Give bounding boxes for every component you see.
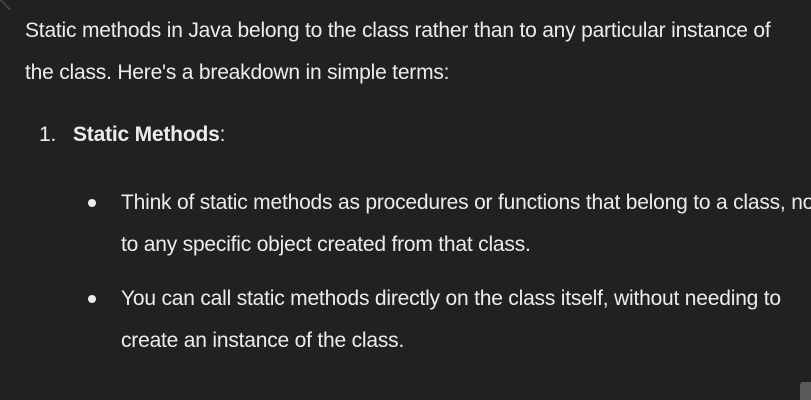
bullet-text: Think of static methods as procedures or…: [121, 191, 811, 256]
intro-paragraph: Static methods in Java belong to the cla…: [25, 19, 771, 84]
list-heading-suffix: :: [219, 123, 226, 146]
ordered-list-item: 1. Static Methods: Think of static metho…: [25, 114, 811, 362]
corner-decoration: [0, 0, 21, 10]
list-heading-bold: Static Methods: [73, 123, 220, 146]
list-number: 1.: [39, 123, 57, 146]
assistant-message: Static methods in Java belong to the cla…: [25, 10, 811, 374]
scroll-indicator[interactable]: [800, 382, 811, 400]
list-item: You can call static methods directly on …: [25, 278, 811, 362]
bullet-list: Think of static methods as procedures or…: [25, 182, 811, 362]
bullet-icon: [88, 295, 96, 303]
bullet-text: You can call static methods directly on …: [121, 287, 781, 352]
list-heading: Static Methods:: [73, 123, 225, 146]
list-item: Think of static methods as procedures or…: [25, 182, 811, 266]
bullet-icon: [88, 199, 96, 207]
